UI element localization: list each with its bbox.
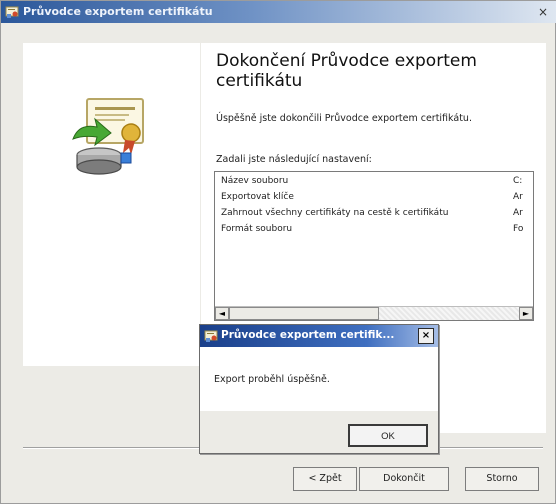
certificate-wizard-icon: [5, 6, 19, 18]
ok-button[interactable]: OK: [348, 424, 428, 447]
certificate-export-wizard: Průvodce exportem certifikátu × Dokončen…: [0, 0, 556, 504]
dialog-body: Export proběhl úspěšně.: [200, 347, 438, 411]
dialog-title: Průvodce exportem certifik...: [221, 329, 395, 341]
scroll-left-icon[interactable]: ◄: [215, 307, 229, 320]
list-item[interactable]: Formát souboru Fo: [221, 224, 531, 238]
close-icon[interactable]: ×: [418, 328, 434, 344]
back-button[interactable]: < Zpět: [293, 467, 357, 491]
settings-label: Zadali jste následující nastavení:: [216, 154, 372, 165]
certificate-wizard-icon: [204, 330, 218, 342]
certificate-export-icon: [72, 98, 144, 175]
list-item[interactable]: Název souboru C:: [221, 176, 531, 190]
wizard-titlebar[interactable]: Průvodce exportem certifikátu ×: [1, 1, 556, 23]
dialog-message: Export proběhl úspěšně.: [214, 374, 330, 385]
wizard-title: Průvodce exportem certifikátu: [23, 5, 213, 18]
page-heading: Dokončení Průvodce exportem certifikátu: [216, 51, 477, 91]
setting-name: Zahrnout všechny certifikáty na cestě k …: [221, 208, 449, 218]
settings-list[interactable]: Název souboru C: Exportovat klíče Ar Zah…: [214, 171, 534, 321]
export-success-dialog: Průvodce exportem certifik... × Export p…: [199, 324, 439, 454]
finish-button[interactable]: Dokončit: [359, 467, 449, 491]
list-item[interactable]: Zahrnout všechny certifikáty na cestě k …: [221, 208, 531, 222]
scrollbar-thumb[interactable]: [229, 307, 379, 320]
success-message: Úspěšně jste dokončili Průvodce exportem…: [216, 113, 472, 124]
setting-name: Název souboru: [221, 176, 289, 186]
dialog-titlebar[interactable]: Průvodce exportem certifik... ×: [200, 325, 438, 347]
wizard-side-panel: [23, 43, 200, 366]
setting-value: Ar: [513, 192, 523, 202]
cancel-button[interactable]: Storno: [465, 467, 539, 491]
list-item[interactable]: Exportovat klíče Ar: [221, 192, 531, 206]
close-icon[interactable]: ×: [535, 4, 551, 20]
setting-value: Fo: [513, 224, 524, 234]
setting-value: C:: [513, 176, 523, 186]
horizontal-scrollbar[interactable]: ◄ ►: [215, 306, 533, 320]
scroll-right-icon[interactable]: ►: [519, 307, 533, 320]
setting-value: Ar: [513, 208, 523, 218]
setting-name: Formát souboru: [221, 224, 293, 234]
setting-name: Exportovat klíče: [221, 192, 294, 202]
